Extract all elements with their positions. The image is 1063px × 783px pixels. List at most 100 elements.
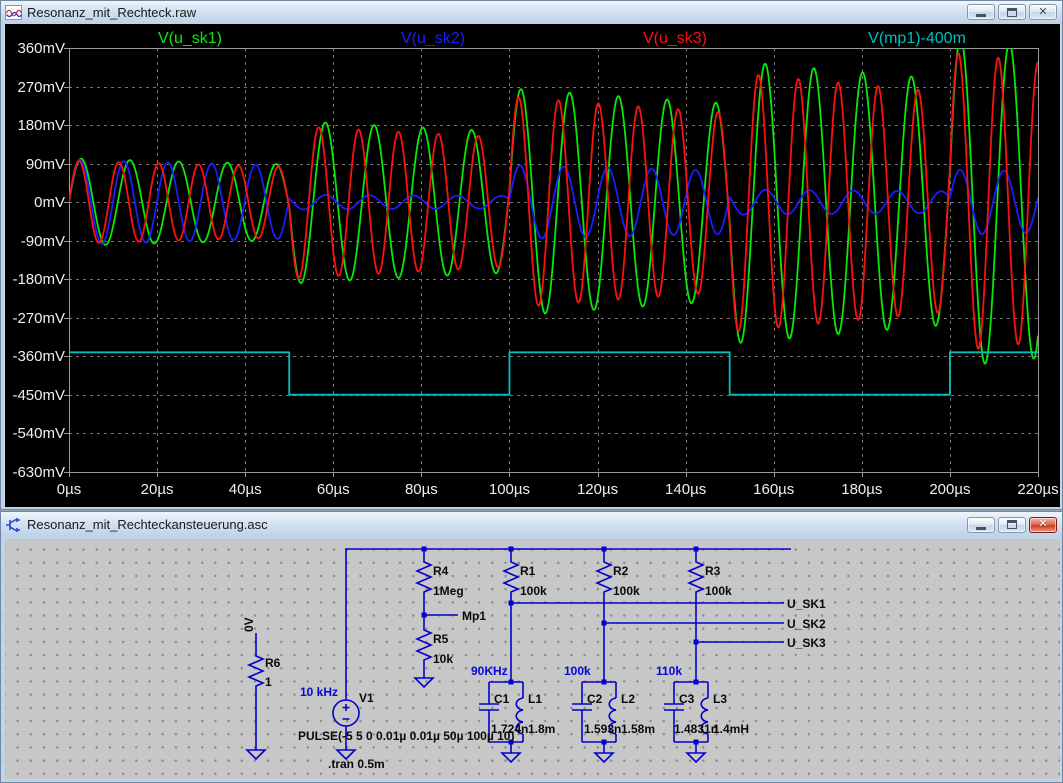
r6-value: 1 — [265, 675, 272, 689]
tank2-resonance-comment: 100k — [564, 664, 591, 678]
trace-label[interactable]: V(u_sk3) — [643, 30, 707, 48]
window-controls: ✕ — [967, 517, 1057, 533]
waveform-file-icon — [5, 5, 22, 20]
v1-frequency-comment: 10 kHz — [300, 685, 338, 699]
y-tick-label: 90mV — [5, 156, 65, 173]
restore-button[interactable] — [998, 517, 1026, 533]
y-tick-label: 360mV — [5, 40, 65, 57]
schematic-file-icon — [5, 517, 22, 532]
x-tick-label: 0µs — [57, 481, 82, 498]
resistor-symbol-r2[interactable] — [597, 557, 611, 597]
y-tick-label: -180mV — [5, 271, 65, 288]
restore-icon — [1007, 8, 1017, 17]
waveform-titlebar[interactable]: Resonanz_mit_Rechteck.raw ✕ — [1, 1, 1062, 23]
y-tick-label: -270mV — [5, 310, 65, 327]
r5-name: R5 — [433, 632, 449, 646]
net-label-0v: 0V — [242, 617, 256, 632]
resistor-symbol-r6[interactable] — [249, 651, 263, 691]
close-button[interactable]: ✕ — [1029, 517, 1057, 533]
resistor-symbol-r1[interactable] — [504, 557, 518, 597]
restore-icon — [1007, 520, 1017, 529]
x-tick-label: 160µs — [753, 481, 794, 498]
x-tick-label: 180µs — [841, 481, 882, 498]
y-tick-label: -540mV — [5, 425, 65, 442]
r3-name: R3 — [705, 564, 721, 578]
r1-name: R1 — [520, 564, 536, 578]
x-tick-label: 140µs — [665, 481, 706, 498]
junction-dots — [422, 547, 699, 745]
ltspice-workspace: Resonanz_mit_Rechteck.raw ✕ V(u_sk1)V(u_… — [0, 0, 1063, 783]
r6-name: R6 — [265, 656, 281, 670]
minimize-button[interactable] — [967, 4, 995, 20]
resistor-symbol-r5[interactable] — [417, 625, 431, 665]
trace-label[interactable]: V(u_sk2) — [401, 30, 465, 48]
net-label-u-sk2: U_SK2 — [787, 617, 826, 631]
tran-directive: .tran 0.5m — [328, 757, 385, 771]
v1-pulse-spec: PULSE(-5 5 0 0.01µ 0.01µ 50µ 100µ 10) — [298, 729, 514, 743]
close-icon: ✕ — [1038, 519, 1047, 530]
tank3-resonance-comment: 110k — [656, 664, 682, 678]
schematic-canvas[interactable]: R4 1Meg R1 100k R2 100k R3 100k R5 10k R… — [5, 539, 1060, 779]
tank1-resonance-comment: 90KHz — [471, 664, 508, 678]
r3-value: 100k — [705, 584, 732, 598]
l2-name: L2 — [621, 692, 635, 706]
x-tick-label: 120µs — [577, 481, 618, 498]
waveform-window: Resonanz_mit_Rechteck.raw ✕ V(u_sk1)V(u_… — [0, 0, 1063, 510]
x-tick-label: 40µs — [229, 481, 262, 498]
schematic-window-title: Resonanz_mit_Rechteckansteuerung.asc — [27, 517, 962, 532]
x-tick-label: 220µs — [1017, 481, 1058, 498]
net-label-u-sk1: U_SK1 — [787, 597, 826, 611]
net-label-u-sk3: U_SK3 — [787, 636, 826, 650]
y-tick-label: 270mV — [5, 79, 65, 96]
waveform-window-title: Resonanz_mit_Rechteck.raw — [27, 5, 962, 20]
l1-name: L1 — [528, 692, 542, 706]
y-tick-label: 0mV — [5, 194, 65, 211]
y-tick-label: 180mV — [5, 117, 65, 134]
waveform-plot-area[interactable]: V(u_sk1) V(u_sk2) V(u_sk3) V(mp1)-400m 360m… — [5, 24, 1060, 507]
c2-name: C2 — [587, 692, 603, 706]
net-label-mp1: Mp1 — [462, 609, 486, 623]
y-tick-label: -450mV — [5, 387, 65, 404]
ground-symbol[interactable] — [415, 678, 433, 687]
close-icon: ✕ — [1038, 7, 1047, 18]
ground-symbol[interactable] — [687, 753, 705, 762]
r2-value: 100k — [613, 584, 640, 598]
l2-value: 1.58m — [621, 722, 655, 736]
schematic-titlebar[interactable]: Resonanz_mit_Rechteckansteuerung.asc ✕ — [1, 512, 1062, 537]
window-controls: ✕ — [967, 4, 1057, 20]
v1-name: V1 — [359, 691, 374, 705]
close-button[interactable]: ✕ — [1029, 4, 1057, 20]
r4-name: R4 — [433, 564, 449, 578]
l3-name: L3 — [713, 692, 727, 706]
ground-symbol[interactable] — [595, 753, 613, 762]
l1-value: 1.8m — [528, 722, 555, 736]
trace-label[interactable]: V(u_sk1) — [158, 30, 222, 48]
y-tick-label: -90mV — [5, 233, 65, 250]
ground-symbol[interactable] — [247, 750, 265, 759]
schematic-window: Resonanz_mit_Rechteckansteuerung.asc ✕ — [0, 511, 1063, 783]
voltage-source-v1[interactable] — [333, 700, 359, 726]
r4-value: 1Meg — [433, 584, 464, 598]
x-tick-label: 60µs — [317, 481, 350, 498]
c3-name: C3 — [679, 692, 695, 706]
r5-value: 10k — [433, 652, 453, 666]
r1-value: 100k — [520, 584, 547, 598]
x-tick-label: 100µs — [489, 481, 530, 498]
r2-name: R2 — [613, 564, 629, 578]
minimize-icon — [976, 14, 986, 17]
x-tick-label: 20µs — [141, 481, 174, 498]
c2-value: 1.593n — [584, 722, 621, 736]
resistor-symbol-r4[interactable] — [417, 557, 431, 597]
c3-value: 1.4831n — [674, 722, 718, 736]
minimize-button[interactable] — [967, 517, 995, 533]
l3-value: 1.4mH — [713, 722, 749, 736]
waveform-chart-canvas[interactable] — [5, 24, 1060, 507]
resistor-symbol-r3[interactable] — [689, 557, 703, 597]
x-tick-label: 80µs — [405, 481, 438, 498]
ground-symbol[interactable] — [502, 753, 520, 762]
x-tick-label: 200µs — [929, 481, 970, 498]
y-tick-label: -360mV — [5, 348, 65, 365]
trace-label[interactable]: V(mp1)-400m — [868, 30, 966, 48]
y-tick-label: -630mV — [5, 464, 65, 481]
restore-button[interactable] — [998, 4, 1026, 20]
